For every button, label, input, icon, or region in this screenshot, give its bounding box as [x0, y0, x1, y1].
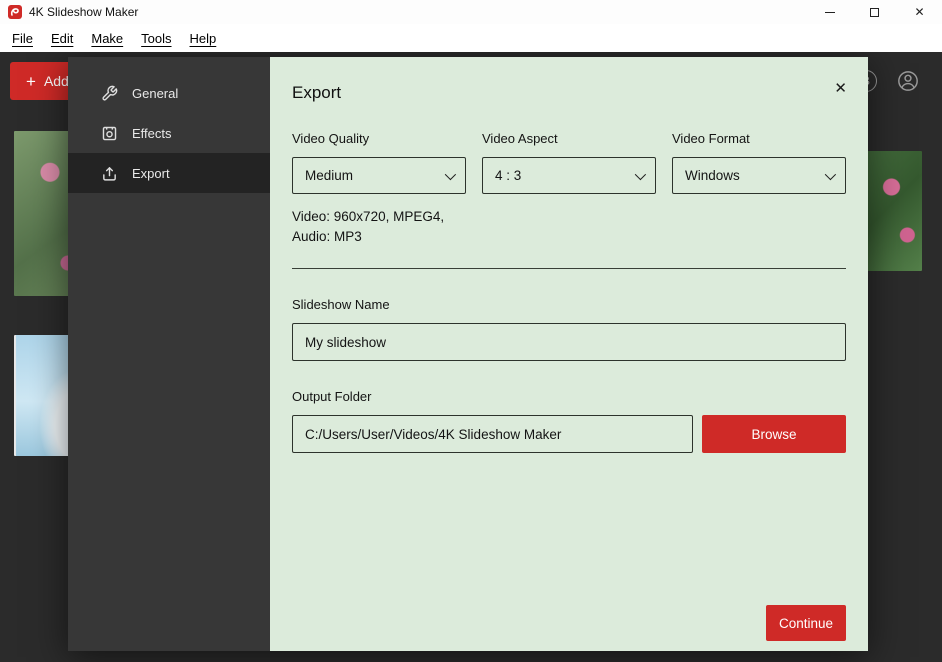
- browse-button[interactable]: Browse: [702, 415, 846, 453]
- effects-icon: [101, 125, 118, 142]
- video-format-select[interactable]: Windows: [672, 157, 846, 194]
- continue-button[interactable]: Continue: [766, 605, 846, 641]
- slideshow-name-input[interactable]: [292, 323, 846, 361]
- sidebar-item-label: Effects: [132, 126, 172, 141]
- video-quality-label: Video Quality: [292, 131, 466, 146]
- minimize-button[interactable]: [807, 0, 852, 24]
- main-content: + Add... B General Effects: [0, 52, 942, 662]
- video-quality-value: Medium: [305, 168, 445, 183]
- close-dialog-button[interactable]: ✕: [834, 81, 847, 96]
- close-window-button[interactable]: ✕: [897, 0, 942, 24]
- video-settings-row: Video Quality Medium Video Aspect 4 : 3 …: [292, 131, 846, 194]
- sidebar-item-label: Export: [132, 166, 170, 181]
- video-quality-select[interactable]: Medium: [292, 157, 466, 194]
- chevron-down-icon: [445, 168, 456, 179]
- minimize-icon: [825, 12, 835, 13]
- video-format-field: Video Format Windows: [672, 131, 846, 194]
- video-aspect-value: 4 : 3: [495, 168, 635, 183]
- output-spec-line1: Video: 960x720, MPEG4,: [292, 207, 846, 227]
- export-panel: Export ✕ Video Quality Medium Video Aspe…: [270, 57, 868, 651]
- video-aspect-select[interactable]: 4 : 3: [482, 157, 656, 194]
- plus-icon: +: [26, 73, 36, 90]
- slideshow-name-label: Slideshow Name: [292, 297, 846, 312]
- menu-item-tools[interactable]: Tools: [132, 28, 180, 49]
- video-format-value: Windows: [685, 168, 825, 183]
- output-folder-input[interactable]: [292, 415, 693, 453]
- export-dialog: General Effects Export Export ✕ Vide: [68, 57, 868, 651]
- menu-item-file[interactable]: File: [3, 28, 42, 49]
- menu-item-help[interactable]: Help: [181, 28, 226, 49]
- window-title: 4K Slideshow Maker: [29, 5, 138, 19]
- video-format-label: Video Format: [672, 131, 846, 146]
- output-folder-row: Browse: [292, 415, 846, 453]
- video-quality-field: Video Quality Medium: [292, 131, 466, 194]
- window-controls: ✕: [807, 0, 942, 24]
- chevron-down-icon: [635, 168, 646, 179]
- wrench-icon: [101, 85, 118, 102]
- dialog-sidebar: General Effects Export: [68, 57, 270, 651]
- menu-item-make[interactable]: Make: [82, 28, 132, 49]
- sidebar-item-export[interactable]: Export: [68, 153, 270, 193]
- dialog-title: Export: [292, 57, 846, 103]
- output-spec-text: Video: 960x720, MPEG4, Audio: MP3: [292, 207, 846, 247]
- export-icon: [101, 165, 118, 182]
- output-folder-label: Output Folder: [292, 389, 846, 404]
- titlebar: 4K Slideshow Maker ✕: [0, 0, 942, 24]
- video-aspect-field: Video Aspect 4 : 3: [482, 131, 656, 194]
- maximize-icon: [870, 8, 879, 17]
- sidebar-item-general[interactable]: General: [68, 73, 270, 113]
- menubar: File Edit Make Tools Help: [0, 24, 942, 52]
- output-spec-line2: Audio: MP3: [292, 227, 846, 247]
- video-aspect-label: Video Aspect: [482, 131, 656, 146]
- account-icon[interactable]: [897, 70, 919, 92]
- maximize-button[interactable]: [852, 0, 897, 24]
- menu-item-edit[interactable]: Edit: [42, 28, 82, 49]
- sidebar-item-label: General: [132, 86, 178, 101]
- chevron-down-icon: [825, 168, 836, 179]
- divider: [292, 268, 846, 269]
- sidebar-item-effects[interactable]: Effects: [68, 113, 270, 153]
- app-logo-icon: [8, 5, 22, 19]
